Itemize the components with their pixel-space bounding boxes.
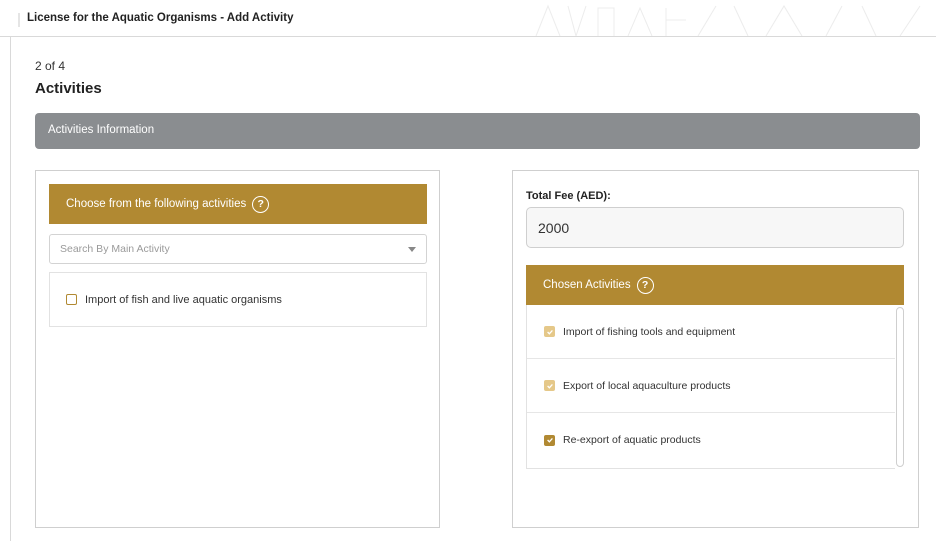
total-fee-field: 2000 xyxy=(526,207,904,248)
checked-checkbox-icon xyxy=(544,380,555,391)
list-item: Export of local aquaculture products xyxy=(527,359,895,413)
selected-activities-panel: Total Fee (AED): 2000 Chosen Activities … xyxy=(512,170,919,528)
activity-option-label: Import of fish and live aquatic organism… xyxy=(85,293,282,306)
chevron-down-icon[interactable] xyxy=(408,247,416,252)
list-item[interactable]: Re-export of aquatic products xyxy=(527,413,895,467)
list-item-label: Re-export of aquatic products xyxy=(563,434,701,446)
search-main-activity-select[interactable]: Search By Main Activity xyxy=(49,234,427,264)
checked-checkbox-icon xyxy=(544,326,555,337)
section-title: Activities xyxy=(35,80,102,97)
scrollbar-thumb[interactable] xyxy=(896,307,904,467)
title-accent xyxy=(18,13,20,27)
list-item-label: Export of local aquaculture products xyxy=(563,379,731,392)
checked-checkbox-icon[interactable] xyxy=(544,434,555,446)
header-decoration xyxy=(535,4,921,36)
top-bar: License for the Aquatic Organisms - Add … xyxy=(0,0,936,37)
activities-information-bar[interactable]: Activities Information xyxy=(35,113,920,149)
chosen-activities-list: Import of fishing tools and equipment Ex… xyxy=(526,305,895,469)
list-item-label: Import of fishing tools and equipment xyxy=(563,325,736,338)
search-placeholder: Search By Main Activity xyxy=(60,243,170,255)
chosen-activities-label: Chosen Activities xyxy=(543,279,631,291)
scrollbar[interactable] xyxy=(895,305,904,469)
checkbox-icon[interactable] xyxy=(66,294,77,305)
activity-option[interactable]: Import of fish and live aquatic organism… xyxy=(49,272,427,327)
step-indicator: 2 of 4 xyxy=(35,59,66,73)
chosen-activities-header: Chosen Activities ? xyxy=(526,265,904,305)
total-fee-label: Total Fee (AED): xyxy=(526,190,611,202)
available-activities-panel: Choose from the following activities ? S… xyxy=(35,170,440,528)
content-frame-border xyxy=(10,37,11,541)
choose-activities-label: Choose from the following activities xyxy=(66,198,247,210)
list-item: Import of fishing tools and equipment xyxy=(527,305,895,359)
page-title: License for the Aquatic Organisms - Add … xyxy=(27,12,294,24)
help-icon[interactable]: ? xyxy=(636,276,654,294)
help-icon[interactable]: ? xyxy=(252,195,270,213)
choose-activities-header: Choose from the following activities ? xyxy=(49,184,427,224)
